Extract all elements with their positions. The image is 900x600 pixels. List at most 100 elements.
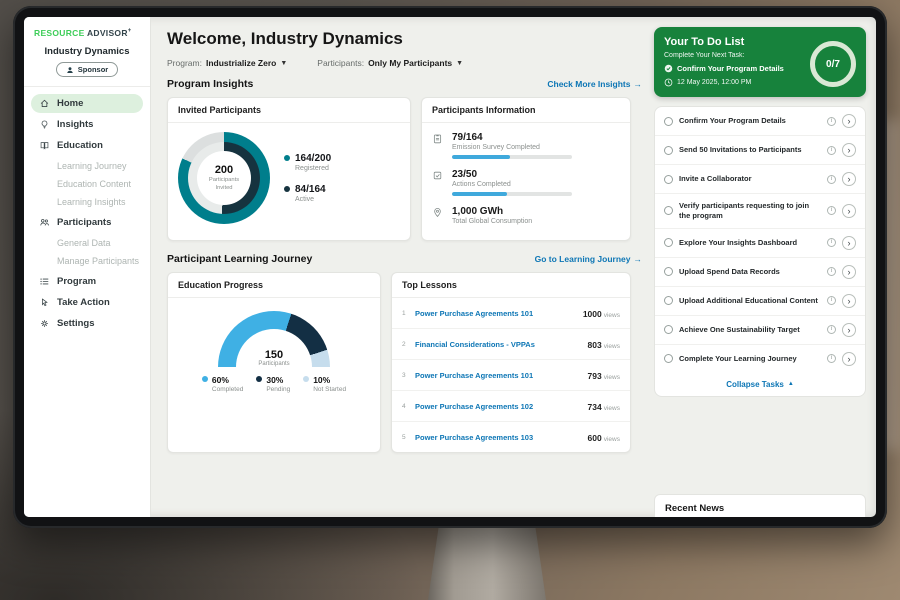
sidebar-item-learning-insights[interactable]: Learning Insights (24, 193, 150, 211)
lesson-link[interactable]: Power Purchase Agreements 101 (415, 309, 576, 318)
todo-checkbox[interactable] (664, 296, 673, 305)
sidebar-item-label: Settings (57, 318, 94, 329)
todo-checkbox[interactable] (664, 117, 673, 126)
active-value: 84/164 (295, 184, 326, 195)
emission-survey-value: 79/164 (452, 132, 572, 143)
chevron-right-icon[interactable]: › (842, 352, 856, 366)
lesson-views: 600views (588, 428, 620, 446)
todo-progress-value: 0/7 (826, 59, 840, 70)
program-insights-header: Program Insights Check More Insights→ (167, 78, 642, 90)
todo-item-label: Complete Your Learning Journey (679, 354, 821, 364)
todo-item[interactable]: Achieve One Sustainability Target i › (655, 316, 865, 345)
todo-checkbox[interactable] (664, 325, 673, 334)
lesson-link[interactable]: Power Purchase Agreements 101 (415, 371, 581, 380)
actions-label: Actions Completed (452, 181, 572, 188)
program-filter[interactable]: Program: Industrialize Zero ▼ (167, 58, 287, 68)
todo-item[interactable]: Invite a Collaborator i › (655, 165, 865, 194)
participants-information-card: Participants Information 79/164 Emission… (421, 97, 631, 241)
todo-item[interactable]: Send 50 Invitations to Participants i › (655, 136, 865, 165)
collapse-tasks-button[interactable]: Collapse Tasks ▲ (655, 373, 865, 396)
sidebar-item-manage-participants[interactable]: Manage Participants (24, 252, 150, 270)
list-icon (39, 276, 50, 287)
registered-label: Registered (295, 165, 331, 172)
lesson-row: 2 Financial Considerations - VPPAs 803vi… (392, 329, 630, 360)
chevron-right-icon[interactable]: › (842, 172, 856, 186)
invited-total: 200 (215, 164, 233, 176)
sidebar-item-take-action[interactable]: Take Action (31, 293, 143, 312)
lesson-link[interactable]: Financial Considerations - VPPAs (415, 340, 581, 349)
todo-checkbox[interactable] (664, 238, 673, 247)
todo-item[interactable]: Confirm Your Program Details i › (655, 107, 865, 136)
todo-item-label: Upload Additional Educational Content (679, 296, 821, 306)
legend-item-not-started: 10% Not Started (303, 375, 346, 393)
actions-value: 23/50 (452, 169, 572, 180)
lesson-row: 1 Power Purchase Agreements 101 1000view… (392, 298, 630, 329)
todo-checkbox[interactable] (664, 175, 673, 184)
people-icon (39, 217, 50, 228)
todo-item[interactable]: Complete Your Learning Journey i › (655, 345, 865, 373)
lesson-link[interactable]: Power Purchase Agreements 102 (415, 402, 581, 411)
go-to-learning-journey-link[interactable]: Go to Learning Journey→ (535, 254, 642, 264)
todo-item[interactable]: Verify participants requesting to join t… (655, 194, 865, 229)
todo-item[interactable]: Explore Your Insights Dashboard i › (655, 229, 865, 258)
todo-item-label: Verify participants requesting to join t… (679, 201, 821, 221)
sidebar-nav: Home Insights Education Learning Journey… (24, 86, 150, 333)
lesson-link[interactable]: Power Purchase Agreements 103 (415, 433, 581, 442)
arrow-right-icon: → (634, 254, 643, 264)
chevron-right-icon[interactable]: › (842, 114, 856, 128)
todo-item-label: Invite a Collaborator (679, 174, 821, 184)
sidebar-item-general-data[interactable]: General Data (24, 234, 150, 252)
lesson-row: 3 Power Purchase Agreements 101 793views (392, 360, 630, 391)
info-icon: i (827, 325, 836, 334)
todo-next-task[interactable]: Confirm Your Program Details (664, 64, 812, 73)
info-icon: i (827, 296, 836, 305)
info-icon: i (827, 146, 836, 155)
program-filter-label: Program: (167, 58, 202, 68)
sidebar-item-label: Home (57, 98, 83, 109)
info-icon: i (827, 267, 836, 276)
sidebar-item-insights[interactable]: Insights (31, 115, 143, 134)
logo-primary: RESOURCE (34, 28, 85, 38)
not-started-dot (303, 376, 309, 382)
sidebar-item-settings[interactable]: Settings (31, 314, 143, 333)
sidebar-item-learning-journey[interactable]: Learning Journey (24, 157, 150, 175)
sidebar-item-label: Take Action (57, 297, 110, 308)
todo-item-label: Explore Your Insights Dashboard (679, 238, 821, 248)
education-progress-card: Education Progress 150 Participants (167, 272, 381, 453)
todo-checkbox[interactable] (664, 354, 673, 363)
todo-item[interactable]: Upload Spend Data Records i › (655, 258, 865, 287)
chevron-right-icon[interactable]: › (842, 265, 856, 279)
page-title: Welcome, Industry Dynamics (167, 29, 644, 49)
info-row-actions: 23/50 Actions Completed (432, 169, 620, 196)
sidebar-item-program[interactable]: Program (31, 272, 143, 291)
chevron-right-icon[interactable]: › (842, 236, 856, 250)
todo-checkbox[interactable] (664, 206, 673, 215)
sidebar-item-home[interactable]: Home (31, 94, 143, 113)
recent-news-header: Recent News (654, 494, 866, 517)
todo-summary-card: Your To Do List Complete Your Next Task:… (654, 27, 866, 97)
sidebar: RESOURCE ADVISOR+ Industry Dynamics Spon… (24, 17, 151, 517)
sidebar-item-education-content[interactable]: Education Content (24, 175, 150, 193)
sidebar-item-education[interactable]: Education (31, 136, 143, 155)
arrow-right-icon: → (634, 79, 643, 89)
clipboard-icon (432, 132, 444, 159)
chevron-right-icon[interactable]: › (842, 143, 856, 157)
lesson-views: 793views (588, 366, 620, 384)
monitor-bezel: RESOURCE ADVISOR+ Industry Dynamics Spon… (13, 6, 887, 528)
chevron-right-icon[interactable]: › (842, 294, 856, 308)
sponsor-badge[interactable]: Sponsor (56, 62, 118, 77)
todo-checkbox[interactable] (664, 146, 673, 155)
todo-item[interactable]: Upload Additional Educational Content i … (655, 287, 865, 316)
emission-survey-progressbar (452, 155, 572, 159)
participants-filter[interactable]: Participants: Only My Participants ▼ (317, 58, 463, 68)
check-more-insights-link[interactable]: Check More Insights→ (547, 79, 642, 89)
education-legend: 60% Completed 30% Pending (178, 375, 370, 393)
sidebar-item-participants[interactable]: Participants (31, 213, 143, 232)
todo-panel: Your To Do List Complete Your Next Task:… (654, 17, 876, 517)
chevron-right-icon[interactable]: › (842, 204, 856, 218)
pointer-icon (39, 297, 50, 308)
chevron-right-icon[interactable]: › (842, 323, 856, 337)
sidebar-item-label: Education (57, 140, 103, 151)
todo-checkbox[interactable] (664, 267, 673, 276)
info-icon: i (827, 206, 836, 215)
